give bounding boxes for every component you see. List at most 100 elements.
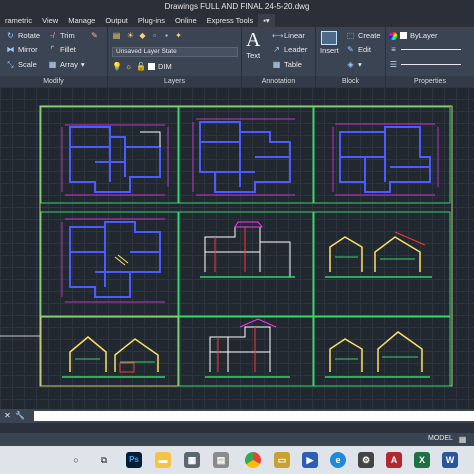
mirror-label: Mirror	[18, 45, 38, 54]
fillet-label: Fillet	[60, 45, 76, 54]
leader-icon: ↗	[273, 45, 280, 54]
color-dropdown[interactable]: ByLayer	[389, 31, 438, 40]
task-view-icon[interactable]: ⧉	[96, 452, 112, 468]
ribbon: ↻ Rotate -/Trim ⧓ Mirror ⌜ Fillet ⤡ Scale ▦ A…	[0, 27, 474, 87]
scale-button[interactable]: ⤡ Scale	[6, 60, 36, 69]
tab-view[interactable]: View	[37, 14, 63, 27]
app-grid-icon[interactable]: ▦	[184, 452, 200, 468]
insert-button[interactable]: Insert	[320, 31, 339, 55]
section-drawing-1	[200, 221, 295, 278]
layer-icon[interactable]: ✦	[174, 31, 183, 40]
layer-icon[interactable]: ▫	[150, 31, 159, 40]
rotate-icon: ↻	[7, 31, 14, 40]
linetype-preview	[401, 64, 461, 65]
color-value: ByLayer	[410, 31, 438, 40]
properties-panel-title: Properties	[386, 76, 474, 87]
current-layer-dropdown[interactable]: 💡 ☼ 🔓 DIM	[112, 62, 172, 71]
wrench-icon[interactable]: 🔧	[15, 411, 25, 420]
model-space-button[interactable]: MODEL	[428, 435, 453, 442]
linetype-dropdown[interactable]: ☰	[389, 60, 461, 69]
search-icon[interactable]: ○	[68, 452, 84, 468]
block-attribute-button[interactable]: ◈ ▾	[346, 60, 362, 69]
sun-icon: ☼	[124, 62, 133, 71]
tab-parametric[interactable]: rametric	[0, 14, 37, 27]
store-icon[interactable]: ▤	[213, 452, 229, 468]
table-label: Table	[284, 60, 302, 69]
leader-button[interactable]: ↗ Leader	[272, 45, 307, 54]
tab-output[interactable]: Output	[100, 14, 133, 27]
trim-button[interactable]: -/ Trim	[48, 31, 75, 40]
folder-icon[interactable]: ▭	[274, 452, 290, 468]
erase-button[interactable]: ✎	[90, 31, 99, 40]
lineweight-dropdown[interactable]: ≡	[389, 45, 461, 54]
tab-online[interactable]: Online	[170, 14, 202, 27]
chevron-down-icon[interactable]: ▾	[81, 60, 85, 69]
layer-icon[interactable]: ☀	[126, 31, 135, 40]
excel-icon[interactable]: X	[414, 452, 430, 468]
table-button[interactable]: ▦ Table	[272, 60, 302, 69]
viewport-elevation-2	[40, 316, 179, 387]
text-label: Text	[246, 51, 261, 60]
drawing-canvas[interactable]	[0, 87, 474, 409]
edit-block-icon: ✎	[347, 45, 354, 54]
gear-icon[interactable]: ⚙	[358, 452, 374, 468]
annotation-panel-title: Annotation	[242, 76, 315, 87]
layers-panel: ▤ ☀ ◆ ▫ ▪ ✦ Unsaved Layer State 💡 ☼ 🔓 DIM La…	[108, 27, 242, 87]
drawing-sheet	[0, 105, 453, 387]
block-panel: Insert ⬚ Create ✎ Edit ◈ ▾ Block	[316, 27, 386, 87]
lineweight-preview	[401, 49, 461, 50]
ribbon-tab-bar: rametric View Manage Output Plug-ins Onl…	[0, 14, 474, 27]
insert-label: Insert	[320, 46, 339, 55]
mirror-button[interactable]: ⧓ Mirror	[6, 45, 38, 54]
file-explorer-icon[interactable]: ▬	[155, 452, 171, 468]
layers-panel-title: Layers	[108, 76, 241, 87]
properties-panel: ByLayer ≡ ☰ Properties	[386, 27, 474, 87]
annotation-panel: A Text ⟷ Linear ↗ Leader ▦ Table Annotation	[242, 27, 316, 87]
floor-plan-1	[69, 126, 161, 193]
fillet-icon: ⌜	[50, 45, 55, 54]
text-button[interactable]: A Text	[246, 29, 260, 60]
array-label: Array	[60, 60, 78, 69]
layer-icon[interactable]: ▪	[162, 31, 171, 40]
grid-icon[interactable]: ▦	[458, 435, 467, 444]
rotate-label: Rotate	[18, 31, 41, 40]
fillet-button[interactable]: ⌜ Fillet	[48, 45, 76, 54]
linear-dimension-button[interactable]: ⟷ Linear	[272, 31, 305, 40]
block-panel-title: Block	[316, 76, 385, 87]
mirror-icon: ⧓	[6, 45, 15, 54]
rotate-button[interactable]: ↻ Rotate	[6, 31, 40, 40]
media-icon[interactable]: ▶	[302, 452, 318, 468]
viewport-section-1	[178, 211, 314, 317]
tab-manage[interactable]: Manage	[63, 14, 100, 27]
ribbon-toggle-button[interactable]: ▪▾	[258, 14, 275, 27]
autocad-icon[interactable]: A	[386, 452, 402, 468]
layout-tab-strip	[0, 423, 474, 433]
close-icon[interactable]: ✕	[3, 411, 12, 420]
create-block-button[interactable]: ⬚ Create	[346, 31, 381, 40]
dimension-lines-1	[61, 124, 169, 196]
command-input[interactable]	[34, 411, 474, 421]
photoshop-icon[interactable]: Ps	[126, 452, 142, 468]
edge-icon[interactable]: e	[330, 452, 346, 468]
chrome-icon[interactable]	[245, 452, 261, 468]
elevation-drawing-1	[325, 231, 432, 278]
chevron-down-icon: ▾	[358, 60, 362, 69]
status-bar: MODEL ▦	[0, 433, 474, 446]
layer-color-swatch	[148, 63, 155, 70]
floor-plan-4	[69, 221, 161, 298]
color-wheel-icon	[389, 31, 397, 40]
array-button[interactable]: ▦ Array ▾	[48, 60, 85, 69]
insert-icon	[321, 31, 338, 45]
tab-plugins[interactable]: Plug-ins	[133, 14, 170, 27]
layer-properties-button[interactable]: ▤	[112, 31, 121, 40]
word-icon[interactable]: W	[442, 452, 458, 468]
layer-icon[interactable]: ◆	[138, 31, 147, 40]
table-icon: ▦	[272, 60, 281, 69]
layer-state-dropdown[interactable]: Unsaved Layer State	[112, 47, 238, 57]
edit-block-button[interactable]: ✎ Edit	[346, 45, 371, 54]
windows-taskbar: ○ ⧉ Ps ▬ ▦ ▤ ▭ ▶ e ⚙ A X W	[0, 446, 474, 474]
trim-icon: -/	[50, 31, 55, 40]
tab-express-tools[interactable]: Express Tools	[202, 14, 259, 27]
window-title: Drawings FULL AND FINAL 24-5-20.dwg	[0, 0, 474, 14]
color-swatch	[400, 32, 407, 39]
